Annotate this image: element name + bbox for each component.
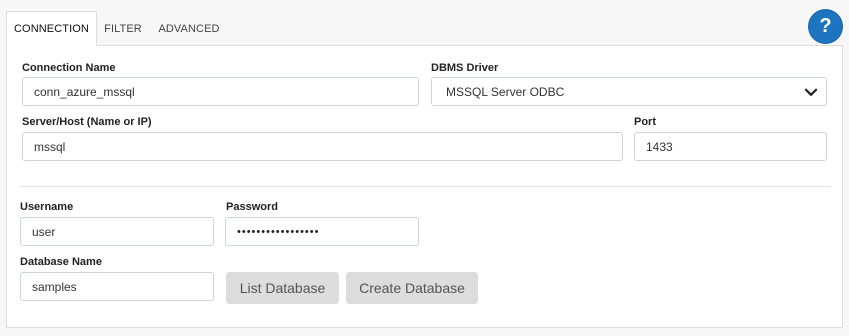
dbms-driver-value: MSSQL Server ODBC (446, 84, 565, 99)
database-name-input[interactable]: samples (20, 272, 214, 301)
connection-name-label: Connection Name (22, 62, 116, 74)
connection-name-input[interactable]: conn_azure_mssql (22, 77, 419, 106)
username-label: Username (20, 201, 74, 213)
section-divider (20, 186, 831, 187)
tab-filter[interactable]: FILTER (97, 11, 149, 46)
port-label: Port (634, 116, 656, 128)
tab-advanced[interactable]: ADVANCED (151, 11, 227, 46)
password-label: Password (226, 201, 278, 213)
create-database-button[interactable]: Create Database (346, 272, 478, 304)
question-icon: ? (819, 15, 832, 37)
dbms-driver-label: DBMS Driver (431, 62, 499, 74)
server-host-input[interactable]: mssql (22, 132, 623, 161)
password-input[interactable]: ••••••••••••••••• (225, 217, 419, 246)
username-input[interactable]: user (20, 217, 214, 246)
port-input[interactable]: 1433 (634, 132, 827, 161)
tab-connection[interactable]: CONNECTION (6, 11, 97, 46)
chevron-down-icon (804, 88, 818, 96)
list-database-button[interactable]: List Database (226, 272, 339, 304)
dbms-driver-select[interactable]: MSSQL Server ODBC (431, 77, 827, 106)
help-button[interactable]: ? (809, 10, 842, 43)
server-host-label: Server/Host (Name or IP) (22, 116, 152, 128)
database-name-label: Database Name (20, 256, 102, 268)
